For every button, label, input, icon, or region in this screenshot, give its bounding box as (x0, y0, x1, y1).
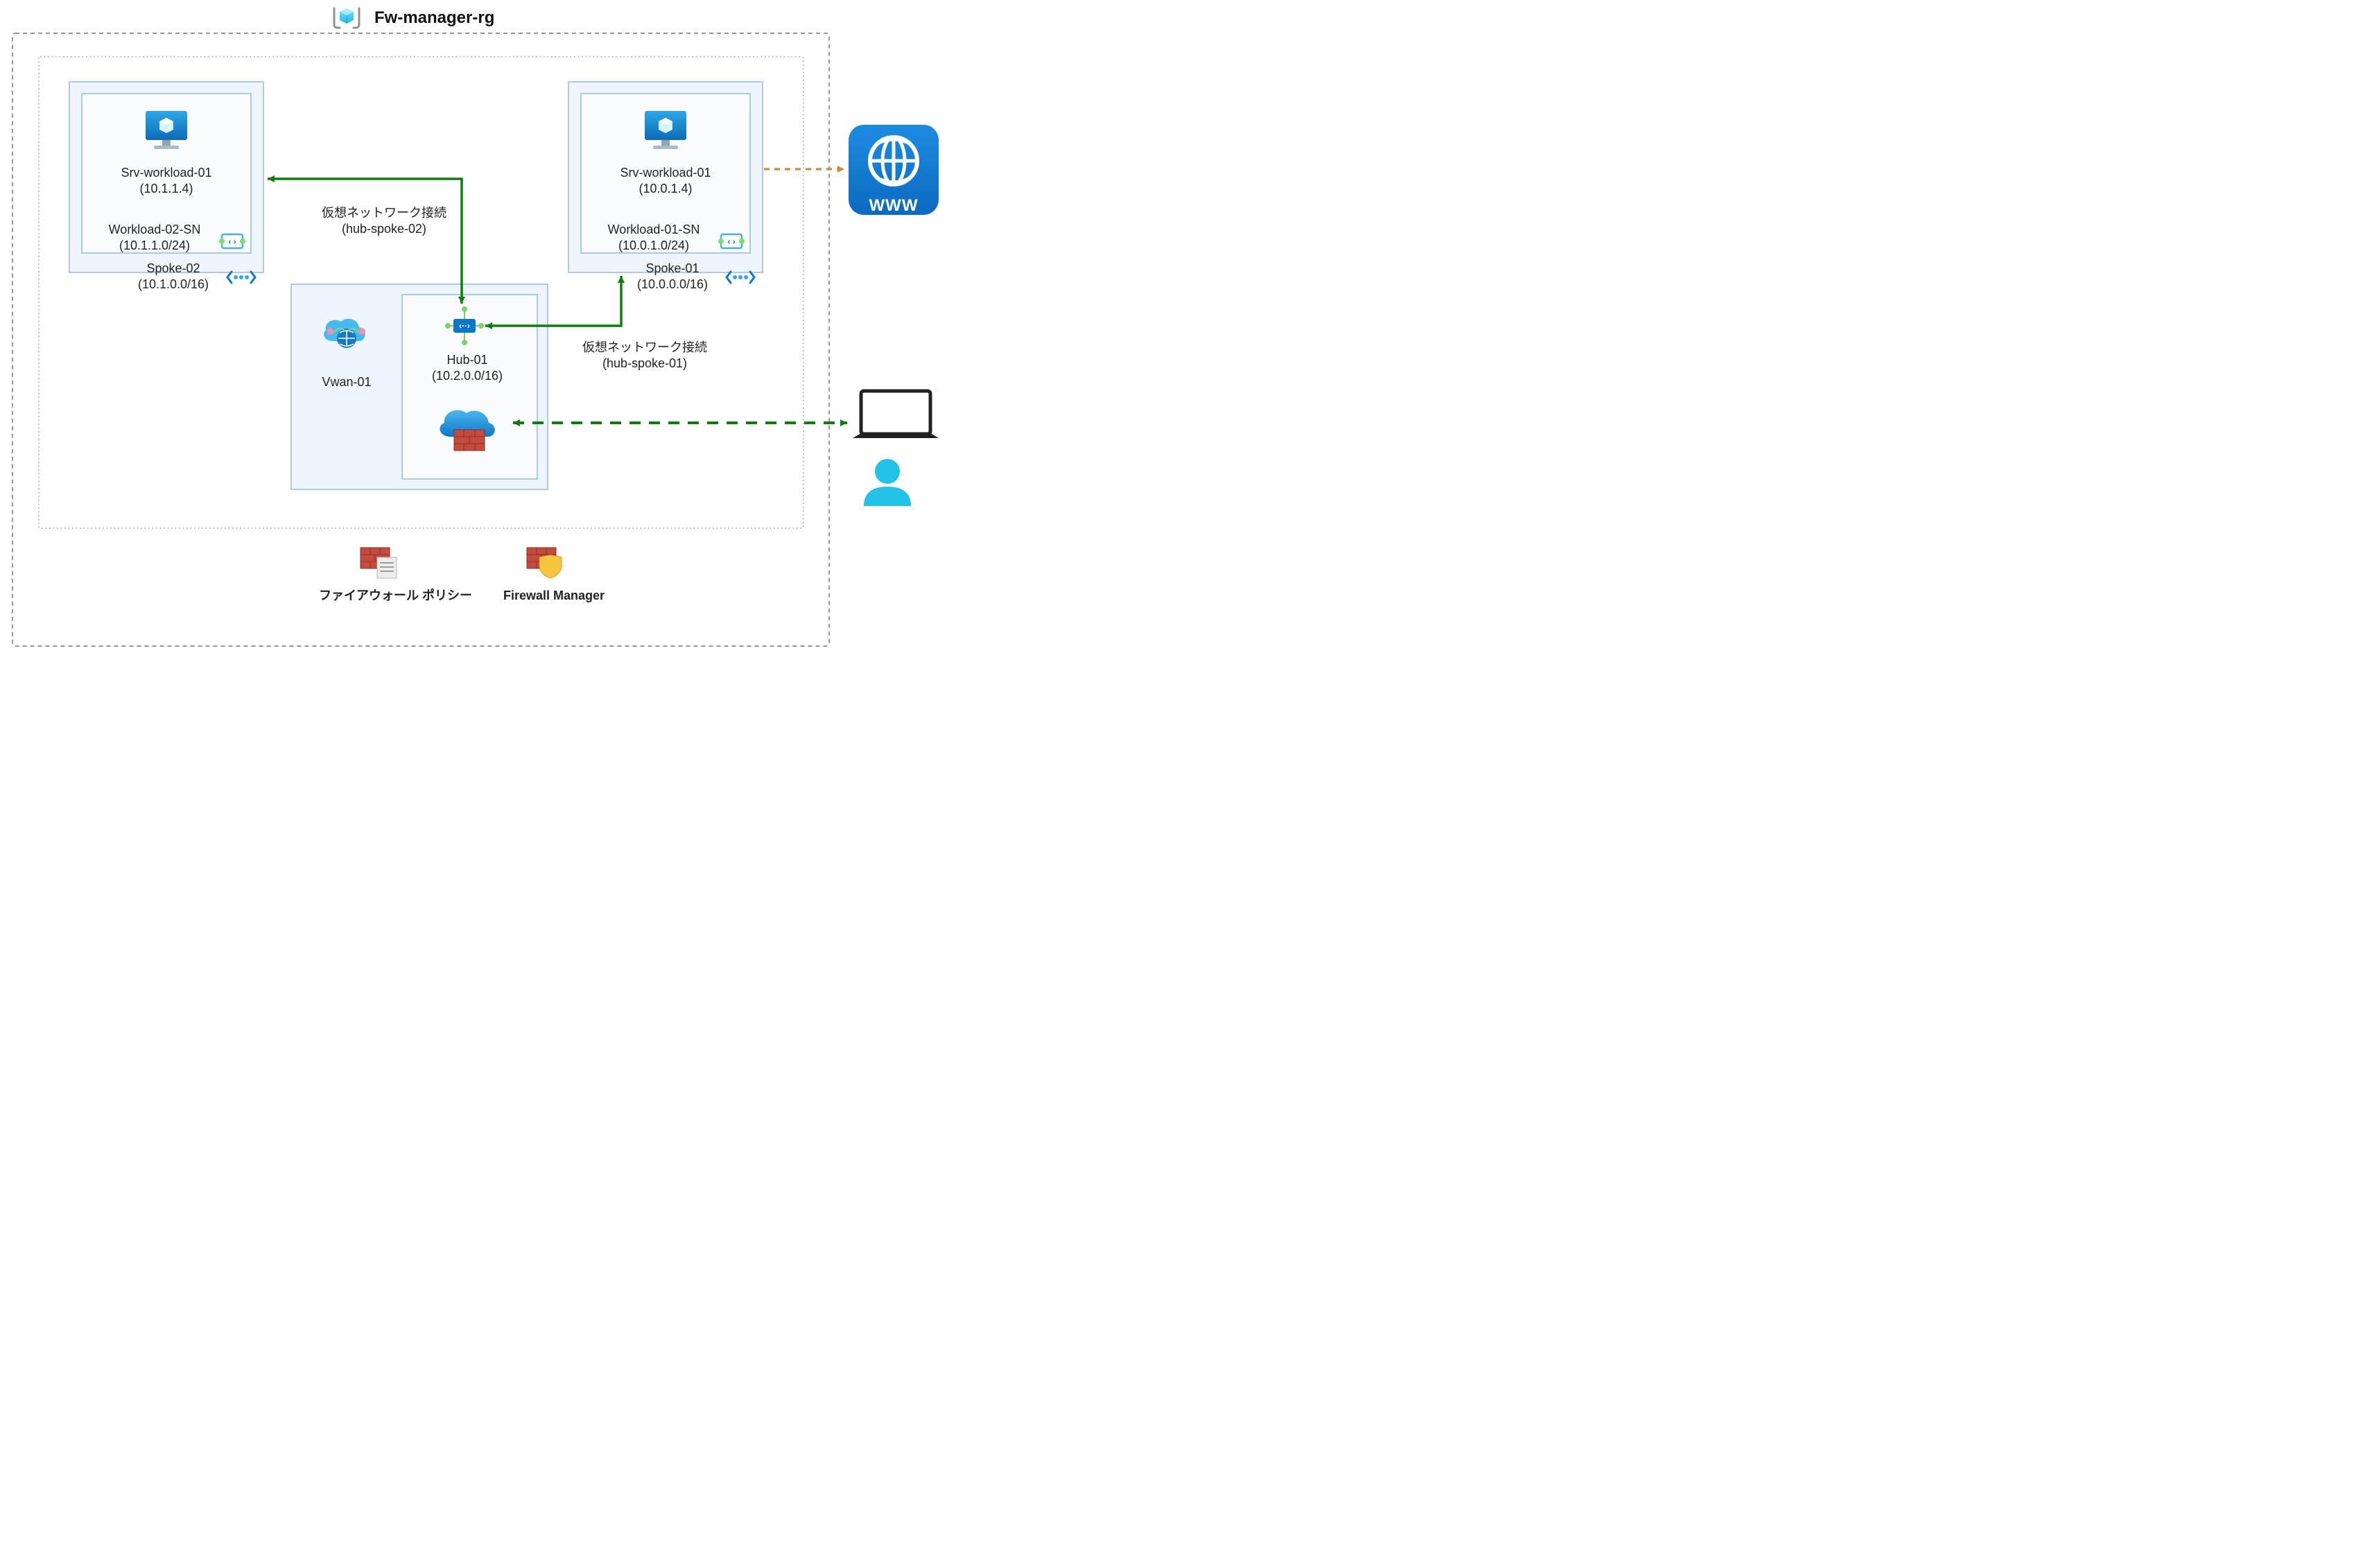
user-icon (864, 459, 911, 506)
vm-name-spoke01: Srv-workload-01 (10.0.1.4) (603, 165, 728, 196)
subnet-label-spoke02: Workload-02-SN (10.1.1.0/24) (96, 222, 214, 253)
conn-label-01: 仮想ネットワーク接続 (hub-spoke-01) (568, 340, 721, 371)
legend-fw-policy-icon (361, 548, 397, 578)
resource-group-title: Fw-manager-rg (374, 8, 494, 28)
vnet-label-spoke01: Spoke-01 (10.0.0.0/16) (624, 261, 721, 292)
vwan-label: Vwan-01 (312, 374, 381, 390)
legend-manager-label: Firewall Manager (495, 588, 613, 604)
vnet-label-spoke02: Spoke-02 (10.1.0.0/16) (125, 261, 222, 292)
legend-policy-label: ファイアウォール ポリシー (319, 588, 464, 604)
svg-text:‹ ›: ‹ › (727, 237, 735, 247)
diagram-canvas: ‹ › ‹ › (0, 0, 1012, 659)
subnet-label-spoke01: Workload-01-SN (10.0.1.0/24) (595, 222, 713, 253)
resource-group-icon (334, 8, 359, 28)
conn-label-02: 仮想ネットワーク接続 (hub-spoke-02) (308, 205, 460, 236)
laptop-icon (853, 391, 939, 438)
subnet-icon-spoke02: ‹ › (219, 234, 245, 248)
legend-fw-manager-icon (527, 548, 562, 578)
diagram-svg: ‹ › ‹ › (0, 0, 1012, 659)
svg-text:‹··›: ‹··› (459, 321, 470, 331)
vm-name-spoke02: Srv-workload-01 (10.1.1.4) (104, 165, 229, 196)
hub-label: Hub-01 (10.2.0.0/16) (426, 352, 509, 383)
subnet-icon-spoke01: ‹ › (718, 234, 745, 248)
vnet-icon-spoke01 (727, 272, 754, 283)
svg-text:‹ ›: ‹ › (228, 237, 236, 247)
www-text: WWW (849, 195, 939, 216)
vnet-icon-spoke02 (227, 272, 255, 283)
